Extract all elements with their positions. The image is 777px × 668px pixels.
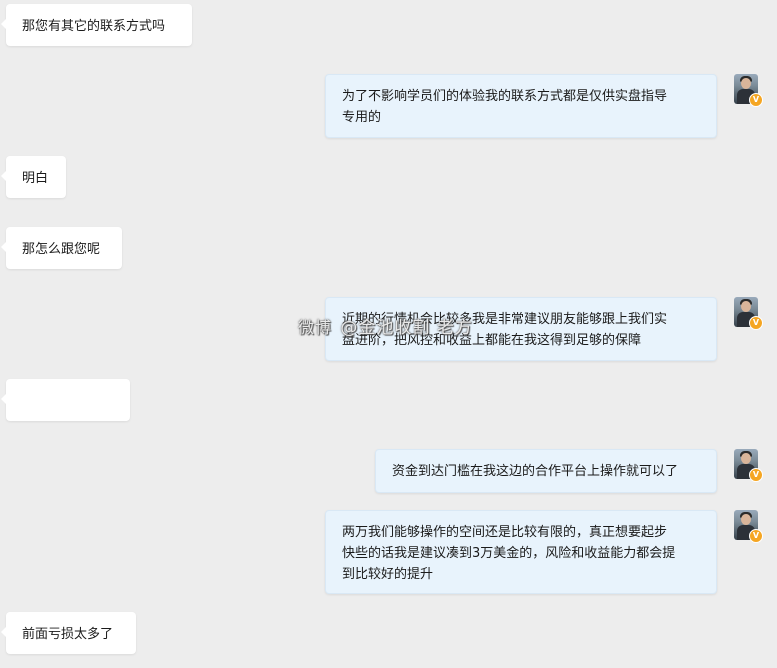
- message-text: 前面亏损太多了: [22, 627, 114, 642]
- message-text: 那您有其它的联系方式吗: [22, 19, 166, 34]
- incoming-message-bubble[interactable]: 那您有其它的联系方式吗: [1, 4, 192, 46]
- watermark-text: @金池收割 老方: [340, 318, 473, 338]
- incoming-message-bubble[interactable]: 那怎么跟您呢: [1, 227, 122, 269]
- message-text: 那怎么跟您呢: [22, 242, 101, 257]
- sender-avatar[interactable]: V: [734, 74, 763, 107]
- message-text: 明白: [22, 171, 49, 186]
- incoming-message-bubble-redacted[interactable]: [1, 379, 130, 421]
- sender-avatar[interactable]: V: [734, 449, 763, 482]
- verified-badge-icon: V: [749, 468, 763, 482]
- sender-avatar[interactable]: V: [734, 510, 763, 543]
- outgoing-message-bubble[interactable]: 两万我们能够操作的空间还是比较有限的，真正想要起步 快些的话我是建议凑到3万美金…: [325, 510, 717, 594]
- verified-badge-icon: V: [749, 529, 763, 543]
- sender-avatar[interactable]: V: [734, 297, 763, 330]
- outgoing-message-bubble[interactable]: 为了不影响学员们的体验我的联系方式都是仅供实盘指导 专用的: [325, 74, 717, 138]
- message-text-line: 为了不影响学员们的体验我的联系方式都是仅供实盘指导: [342, 89, 668, 104]
- message-text: 资金到达门槛在我这边的合作平台上操作就可以了: [392, 464, 679, 479]
- incoming-message-bubble[interactable]: 前面亏损太多了: [1, 612, 136, 654]
- chat-area: 那您有其它的联系方式吗 为了不影响学员们的体验我的联系方式都是仅供实盘指导 专用…: [0, 0, 777, 668]
- outgoing-message-bubble[interactable]: 资金到达门槛在我这边的合作平台上操作就可以了: [375, 449, 717, 493]
- verified-badge-icon: V: [749, 316, 763, 330]
- message-text-line: 专用的: [342, 110, 382, 125]
- verified-badge-icon: V: [749, 93, 763, 107]
- weibo-watermark: 微博 @金池收割 老方: [298, 318, 473, 338]
- message-text-line: 快些的话我是建议凑到3万美金的，风险和收益能力都会提: [342, 546, 676, 561]
- message-text-line: 到比较好的提升: [342, 567, 434, 582]
- incoming-message-bubble[interactable]: 明白: [1, 156, 66, 198]
- weibo-logo-icon: 微博: [298, 318, 333, 337]
- message-text-line: 两万我们能够操作的空间还是比较有限的，真正想要起步: [342, 525, 668, 540]
